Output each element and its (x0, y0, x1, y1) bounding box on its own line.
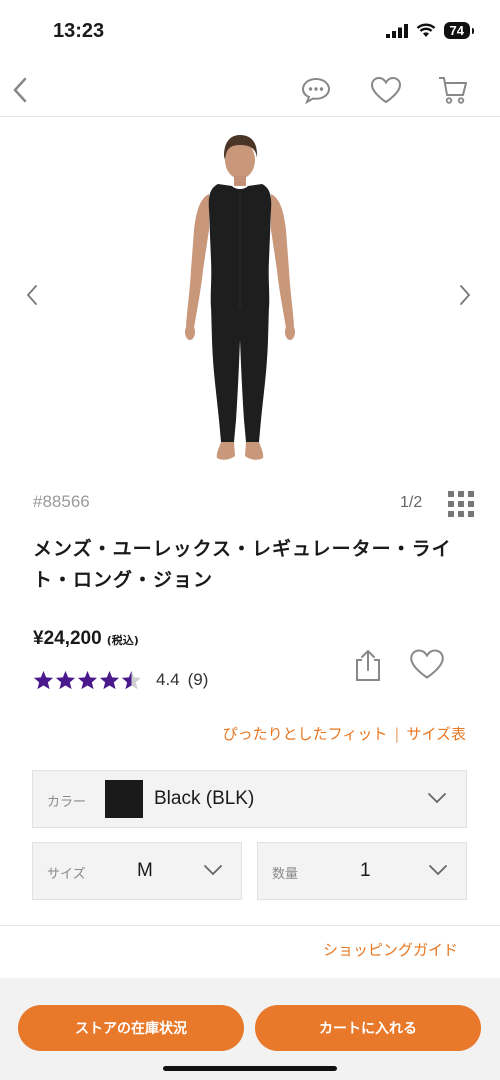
heart-icon (370, 76, 402, 104)
chat-button[interactable] (296, 70, 336, 110)
favorite-nav-button[interactable] (366, 70, 406, 110)
quantity-value: 1 (360, 860, 371, 881)
grid-view-icon[interactable] (448, 491, 474, 517)
star-icon (55, 670, 76, 690)
status-icons: 74 (385, 22, 475, 39)
product-sku: #88566 (33, 492, 90, 511)
size-select[interactable]: サイズ M (32, 842, 242, 900)
cart-icon (439, 77, 467, 104)
share-icon (356, 649, 380, 681)
image-page-indicator: 1/2 (400, 494, 423, 511)
half-star-icon (121, 670, 142, 690)
chat-icon (301, 77, 331, 104)
size-label: サイズ (47, 867, 86, 882)
chevron-left-icon (26, 285, 37, 305)
shopping-guide-link[interactable]: ショッピングガイド (323, 939, 458, 960)
color-label: カラー (47, 795, 87, 810)
product-title: メンズ・ユーレックス・レギュレーター・ライト・ロング・ジョン (33, 538, 452, 591)
add-to-cart-button[interactable]: カートに入れる (255, 1005, 481, 1051)
product-image (185, 135, 295, 460)
status-time: 13:23 (53, 20, 105, 42)
chevron-down-icon (204, 865, 222, 876)
chevron-right-icon (460, 285, 471, 305)
star-icon (33, 670, 54, 690)
bottom-action-bar: ストアの在庫状況 カートに入れる (0, 978, 500, 1080)
review-count: (9) (187, 670, 209, 689)
home-indicator (163, 1066, 337, 1071)
heart-icon (410, 649, 444, 679)
star-icon (99, 670, 120, 690)
cellular-signal-icon (385, 23, 408, 38)
fit-separator: | (394, 725, 400, 743)
rating-row[interactable]: 4.4 (9) (33, 670, 208, 690)
quantity-select[interactable]: 数量 1 (257, 842, 467, 900)
size-value: M (137, 860, 153, 881)
tax-label: (税込) (106, 634, 139, 647)
back-icon (13, 77, 27, 103)
chevron-down-icon (428, 793, 446, 804)
share-button[interactable] (352, 648, 384, 684)
rating-value: 4.4 (156, 670, 180, 689)
color-select[interactable]: カラー Black (BLK) (32, 770, 467, 828)
star-icon (77, 670, 98, 690)
next-image-button[interactable] (450, 280, 480, 310)
status-bar: 13:23 74 (0, 0, 500, 64)
store-stock-button[interactable]: ストアの在庫状況 (18, 1005, 244, 1051)
rating-stars (33, 670, 142, 690)
divider (0, 925, 500, 926)
product-price: ¥24,200 (33, 628, 102, 649)
wifi-icon (416, 23, 435, 37)
color-value: Black (BLK) (154, 788, 255, 809)
favorite-button[interactable] (409, 648, 445, 682)
fit-label: ぴったりとしたフィット (222, 725, 388, 743)
size-chart-link[interactable]: サイズ表 (406, 725, 466, 743)
color-swatch (105, 780, 143, 818)
back-button[interactable] (0, 70, 40, 110)
fit-size-chart-link[interactable]: ぴったりとしたフィット | サイズ表 (223, 723, 466, 744)
price-row: ¥24,200 (税込) (33, 628, 139, 650)
product-gallery[interactable] (0, 118, 500, 473)
cart-button[interactable] (433, 70, 473, 110)
chevron-down-icon (429, 865, 447, 876)
battery-indicator: 74 (443, 22, 475, 39)
quantity-label: 数量 (272, 867, 299, 882)
nav-bar (0, 64, 500, 117)
prev-image-button[interactable] (17, 280, 47, 310)
